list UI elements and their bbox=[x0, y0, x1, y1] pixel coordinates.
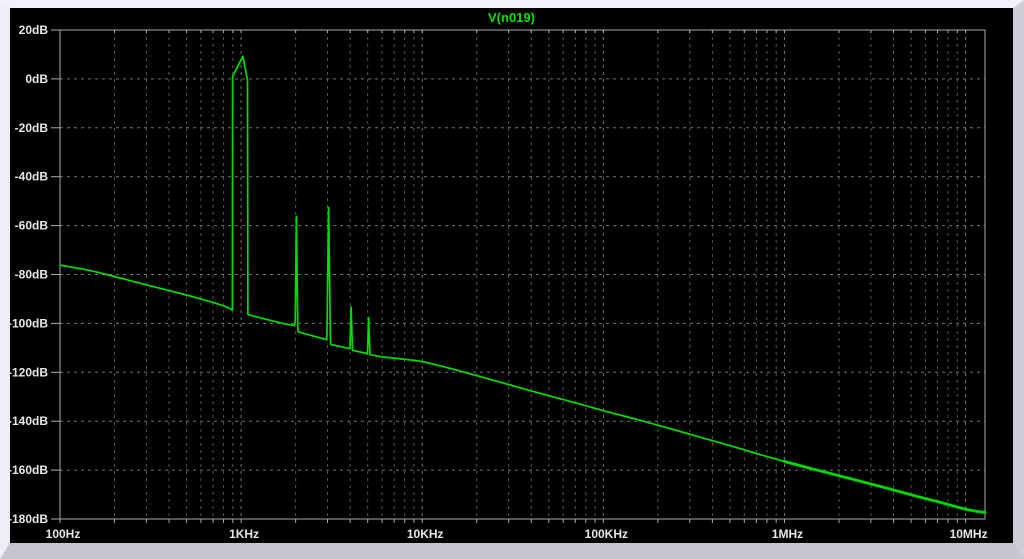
trace-v-n019-[interactable] bbox=[59, 55, 986, 514]
y-axis-label: -160dB bbox=[10, 463, 48, 477]
x-axis-label: 10KHz bbox=[407, 527, 444, 541]
x-axis-label: 1MHz bbox=[772, 527, 803, 541]
x-axis-label: 10MHz bbox=[950, 527, 988, 541]
plot-area[interactable]: V(n019) 20dB 0dB -20dB -40dB -60dB -80dB -100d… bbox=[10, 8, 1013, 543]
y-axis-label: -40dB bbox=[15, 170, 49, 184]
x-axis-label: 100Hz bbox=[46, 527, 81, 541]
y-axis-label: -180dB bbox=[10, 512, 48, 526]
x-axis-label: 1KHz bbox=[229, 527, 259, 541]
trace-legend[interactable]: V(n019) bbox=[10, 10, 1013, 25]
y-axis-label: 0dB bbox=[25, 72, 48, 86]
plot-window: V(n019) 20dB 0dB -20dB -40dB -60dB -80dB -100d… bbox=[0, 0, 1024, 559]
fft-chart[interactable]: 20dB 0dB -20dB -40dB -60dB -80dB -100dB -120dB -… bbox=[10, 8, 1013, 543]
y-axis-label: -60dB bbox=[15, 219, 49, 233]
y-axis-label: -100dB bbox=[10, 316, 48, 330]
y-axis-label: -80dB bbox=[15, 268, 49, 282]
y-axis-label: -140dB bbox=[10, 414, 48, 428]
y-axis-label: -20dB bbox=[15, 121, 49, 135]
y-axis-label: -120dB bbox=[10, 365, 48, 379]
trace-noise-tail bbox=[783, 460, 987, 514]
x-axis-label: 100KHz bbox=[585, 527, 628, 541]
y-axis-label: 20dB bbox=[19, 23, 49, 37]
